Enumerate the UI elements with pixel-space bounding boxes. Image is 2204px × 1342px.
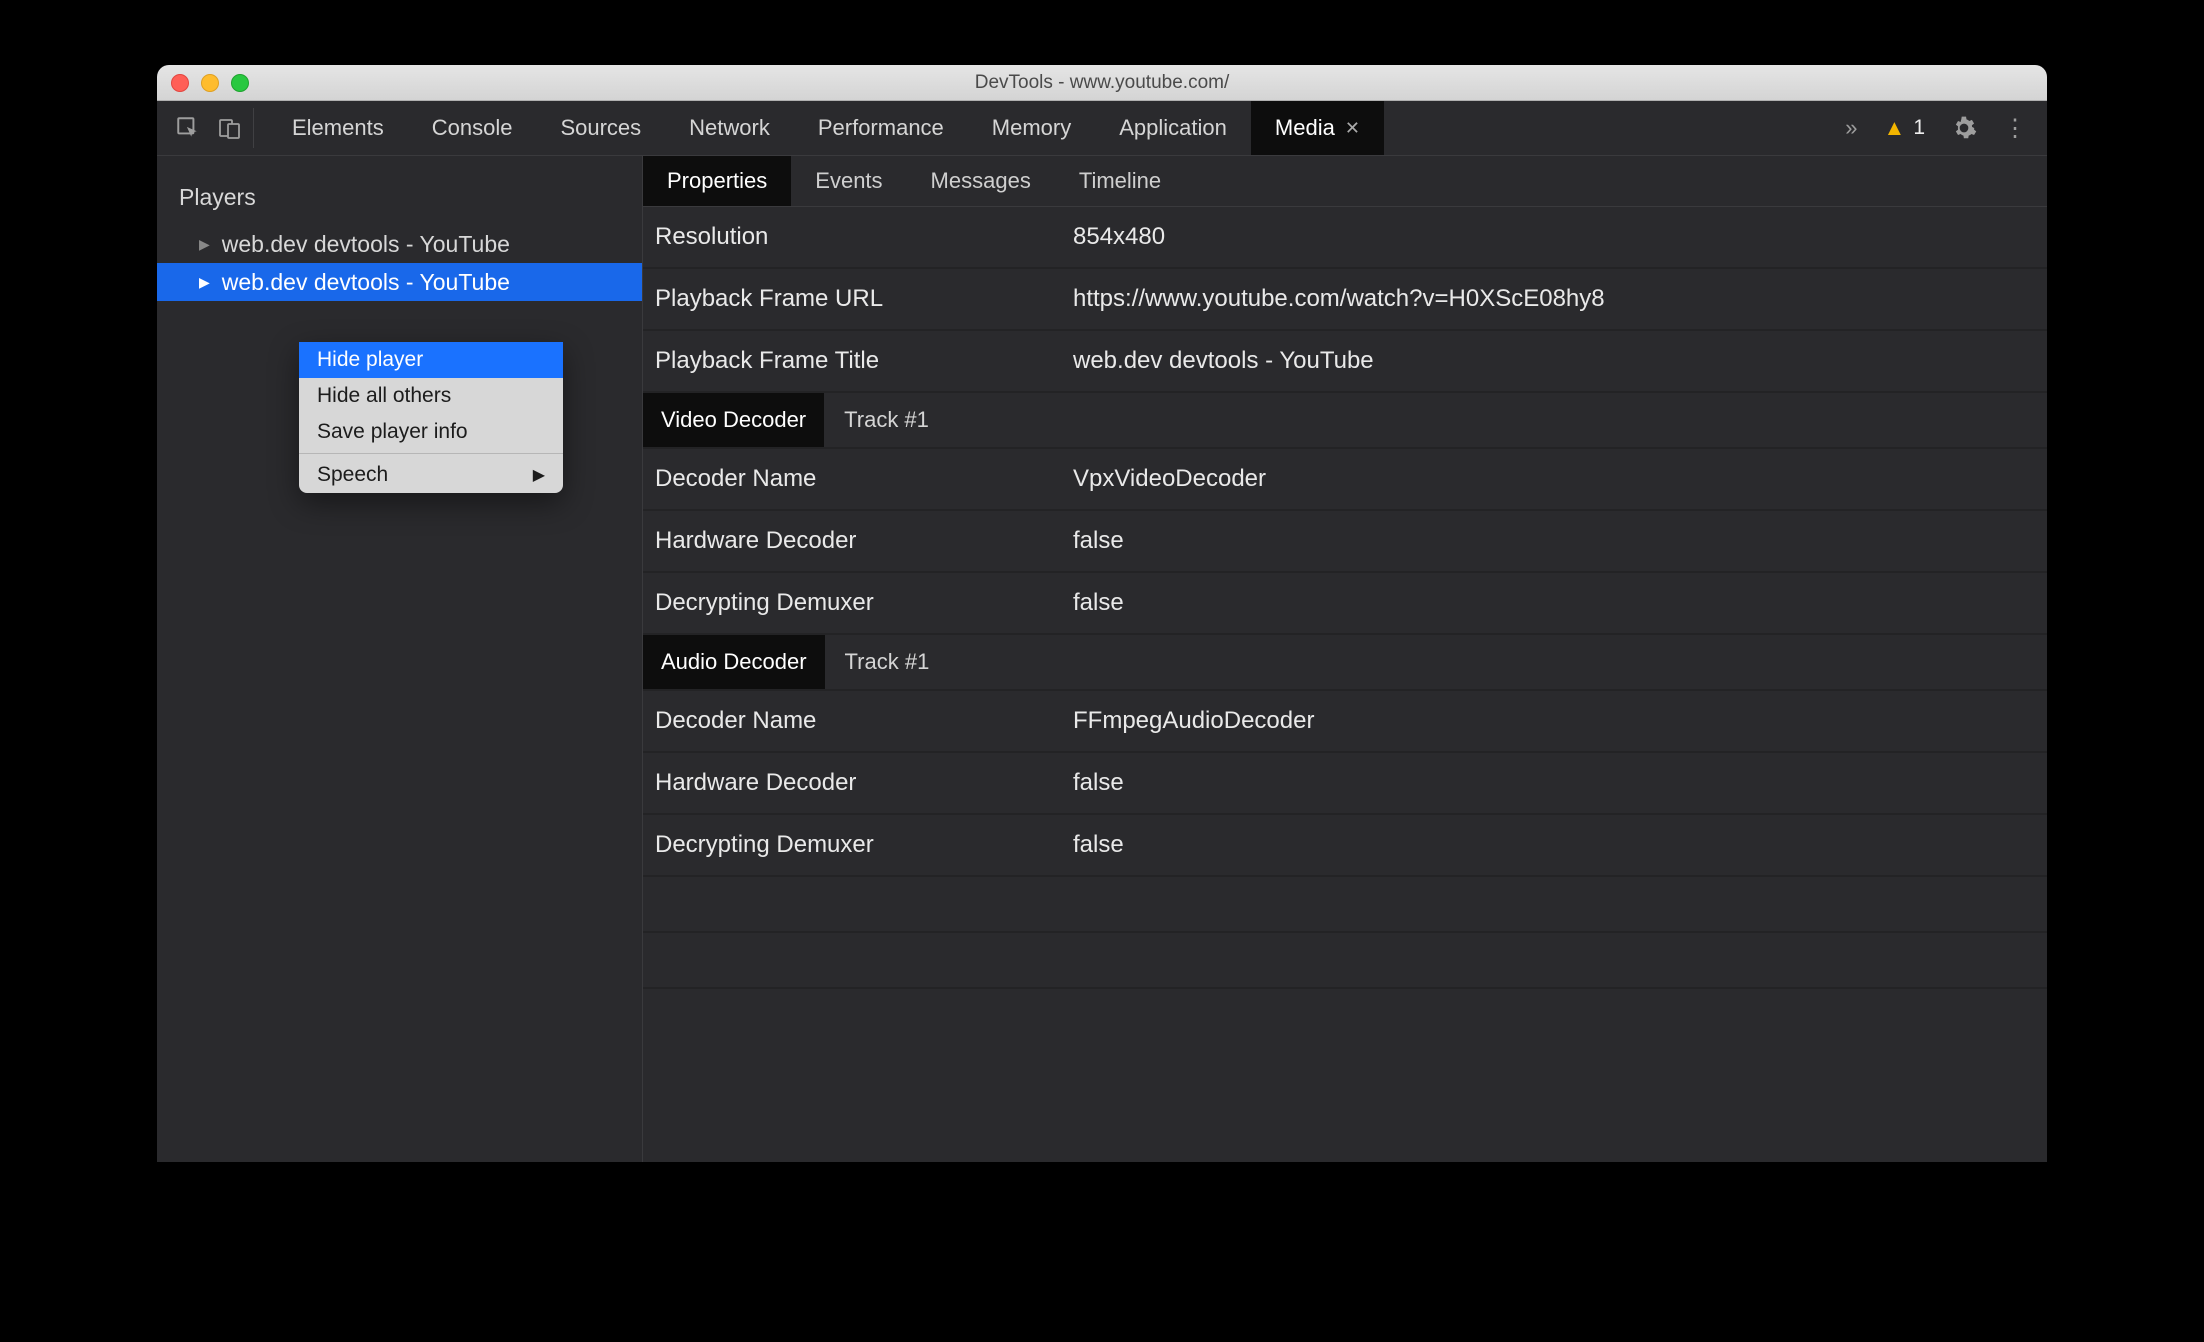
video-decoder-section: Video Decoder Track #1 xyxy=(643,393,2047,449)
tab-sources[interactable]: Sources xyxy=(536,101,665,155)
context-menu-hide-all-others[interactable]: Hide all others xyxy=(299,378,563,414)
context-menu-label: Hide player xyxy=(317,348,423,372)
audio-decoder-section: Audio Decoder Track #1 xyxy=(643,635,2047,691)
subtab-label: Properties xyxy=(667,168,767,194)
tab-label: Memory xyxy=(992,115,1071,141)
tab-application[interactable]: Application xyxy=(1095,101,1251,155)
tab-label: Elements xyxy=(292,115,384,141)
toolbar-separator xyxy=(253,108,254,148)
play-triangle-icon: ▶ xyxy=(199,236,210,253)
subtab-label: Messages xyxy=(931,168,1031,194)
tab-media[interactable]: Media ✕ xyxy=(1251,101,1384,155)
tab-label: Console xyxy=(432,115,513,141)
section-track: Track #1 xyxy=(825,649,930,675)
context-menu-label: Hide all others xyxy=(317,384,451,408)
context-menu: Hide player Hide all others Save player … xyxy=(299,342,563,493)
tab-label: Sources xyxy=(560,115,641,141)
property-label: Playback Frame Title xyxy=(655,347,1073,375)
empty-row xyxy=(643,877,2047,933)
empty-row xyxy=(643,933,2047,989)
players-sidebar: Players ▶ web.dev devtools - YouTube ▶ w… xyxy=(157,156,643,1162)
property-row: Playback Frame URL https://www.youtube.c… xyxy=(643,269,2047,331)
gear-icon[interactable] xyxy=(1951,115,1977,141)
property-row: Hardware Decoder false xyxy=(643,511,2047,573)
tab-label: Media xyxy=(1275,115,1335,141)
device-toggle-icon[interactable] xyxy=(217,115,243,141)
media-subtabs: Properties Events Messages Timeline xyxy=(643,156,2047,207)
subtab-timeline[interactable]: Timeline xyxy=(1055,156,1185,206)
property-value: false xyxy=(1073,769,1124,797)
property-label: Decrypting Demuxer xyxy=(655,831,1073,859)
property-label: Decrypting Demuxer xyxy=(655,589,1073,617)
tab-network[interactable]: Network xyxy=(665,101,794,155)
tab-console[interactable]: Console xyxy=(408,101,537,155)
property-label: Decoder Name xyxy=(655,465,1073,493)
player-label: web.dev devtools - YouTube xyxy=(222,231,510,258)
player-label: web.dev devtools - YouTube xyxy=(222,269,510,296)
property-value: false xyxy=(1073,527,1124,555)
properties-table: Resolution 854x480 Playback Frame URL ht… xyxy=(643,207,2047,1162)
property-value: FFmpegAudioDecoder xyxy=(1073,707,1314,735)
property-value: false xyxy=(1073,831,1124,859)
property-value: https://www.youtube.com/watch?v=H0XScE08… xyxy=(1073,285,1605,313)
property-label: Hardware Decoder xyxy=(655,769,1073,797)
more-tabs-icon[interactable]: » xyxy=(1845,115,1857,141)
property-value: VpxVideoDecoder xyxy=(1073,465,1266,493)
context-menu-label: Speech xyxy=(317,463,388,487)
context-menu-hide-player[interactable]: Hide player xyxy=(299,342,563,378)
tab-label: Application xyxy=(1119,115,1227,141)
warning-icon: ▲ xyxy=(1884,115,1906,141)
player-item[interactable]: ▶ web.dev devtools - YouTube xyxy=(157,225,642,263)
property-value: web.dev devtools - YouTube xyxy=(1073,347,1374,375)
sidebar-title: Players xyxy=(157,184,642,225)
property-row: Hardware Decoder false xyxy=(643,753,2047,815)
devtools-window: DevTools - www.youtube.com/ Elements Con… xyxy=(157,65,2047,1162)
devtools-toolbar: Elements Console Sources Network Perform… xyxy=(157,101,2047,156)
property-label: Hardware Decoder xyxy=(655,527,1073,555)
window-title: DevTools - www.youtube.com/ xyxy=(157,72,2047,94)
context-menu-separator xyxy=(299,453,563,454)
window-titlebar: DevTools - www.youtube.com/ xyxy=(157,65,2047,101)
property-value: 854x480 xyxy=(1073,223,1165,251)
property-label: Resolution xyxy=(655,223,1073,251)
subtab-messages[interactable]: Messages xyxy=(907,156,1055,206)
tab-label: Network xyxy=(689,115,770,141)
main-panel: Properties Events Messages Timeline Reso… xyxy=(643,156,2047,1162)
chevron-right-icon: ▶ xyxy=(533,465,545,485)
property-row: Decoder Name FFmpegAudioDecoder xyxy=(643,691,2047,753)
content-area: Players ▶ web.dev devtools - YouTube ▶ w… xyxy=(157,156,2047,1162)
section-title: Audio Decoder xyxy=(643,635,825,689)
subtab-label: Timeline xyxy=(1079,168,1161,194)
section-title: Video Decoder xyxy=(643,393,824,447)
subtab-properties[interactable]: Properties xyxy=(643,156,791,206)
tab-label: Performance xyxy=(818,115,944,141)
property-row: Playback Frame Title web.dev devtools - … xyxy=(643,331,2047,393)
tab-performance[interactable]: Performance xyxy=(794,101,968,155)
section-track: Track #1 xyxy=(824,407,929,433)
player-item-selected[interactable]: ▶ web.dev devtools - YouTube xyxy=(157,263,642,301)
inspect-icon[interactable] xyxy=(175,115,201,141)
tab-elements[interactable]: Elements xyxy=(268,101,408,155)
property-row: Decrypting Demuxer false xyxy=(643,815,2047,877)
property-row: Decrypting Demuxer false xyxy=(643,573,2047,635)
context-menu-save-player-info[interactable]: Save player info xyxy=(299,414,563,450)
kebab-menu-icon[interactable]: ⋮ xyxy=(2003,114,2027,143)
warnings-badge[interactable]: ▲ 1 xyxy=(1884,115,1925,141)
context-menu-label: Save player info xyxy=(317,420,468,444)
subtab-label: Events xyxy=(815,168,882,194)
subtab-events[interactable]: Events xyxy=(791,156,906,206)
close-icon[interactable]: ✕ xyxy=(1345,118,1360,139)
property-row: Decoder Name VpxVideoDecoder xyxy=(643,449,2047,511)
property-label: Decoder Name xyxy=(655,707,1073,735)
property-value: false xyxy=(1073,589,1124,617)
context-menu-speech[interactable]: Speech ▶ xyxy=(299,457,563,493)
property-label: Playback Frame URL xyxy=(655,285,1073,313)
devtools-tabs: Elements Console Sources Network Perform… xyxy=(268,101,1384,155)
play-triangle-icon: ▶ xyxy=(199,274,210,291)
warning-count: 1 xyxy=(1913,116,1925,140)
property-row: Resolution 854x480 xyxy=(643,207,2047,269)
tab-memory[interactable]: Memory xyxy=(968,101,1095,155)
